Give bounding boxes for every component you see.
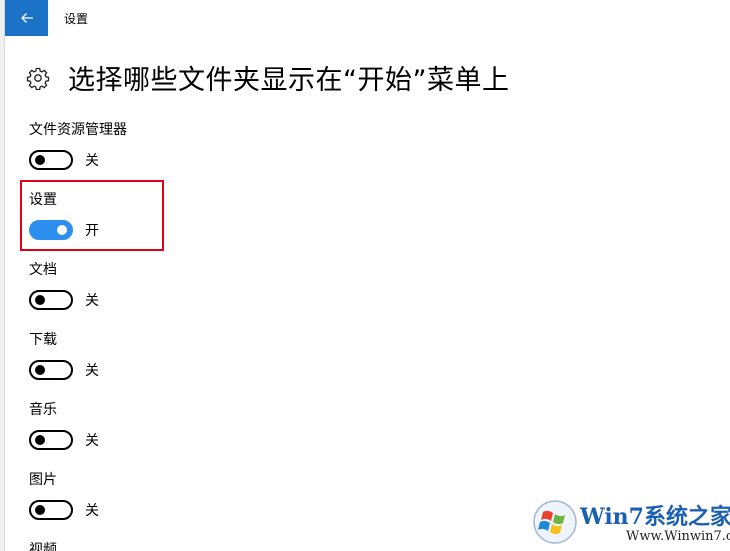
toggle-switch[interactable]: [29, 500, 73, 520]
highlight-box: [20, 180, 164, 251]
toggle-knob: [35, 365, 45, 375]
setting-file-explorer: 文件资源管理器 关: [29, 121, 127, 170]
toggle-knob: [35, 435, 45, 445]
setting-pictures: 图片 关: [29, 471, 99, 520]
watermark-url: Www.Winwin7.com: [626, 529, 730, 544]
page-header: 选择哪些文件夹显示在“开始”菜单上: [26, 58, 509, 97]
setting-label: 视频: [29, 542, 57, 551]
toggle-switch[interactable]: [29, 360, 73, 380]
toggle-row: 关: [29, 290, 99, 310]
setting-label: 文档: [29, 262, 57, 278]
toggle-state: 关: [85, 153, 99, 169]
setting-documents: 文档 关: [29, 261, 99, 310]
left-window-edge: [0, 0, 5, 551]
toggle-switch[interactable]: [29, 150, 73, 170]
toggle-row: 关: [29, 360, 99, 380]
setting-label: 下载: [29, 332, 57, 348]
setting-label: 图片: [29, 472, 57, 488]
back-button[interactable]: [5, 0, 48, 36]
settings-window: 设置 选择哪些文件夹显示在“开始”菜单上 文件资源管理器 关 设置 开 文档 关: [0, 0, 730, 551]
app-title: 设置: [64, 12, 89, 26]
toggle-switch[interactable]: [29, 430, 73, 450]
toggle-state: 关: [85, 503, 99, 519]
setting-music: 音乐 关: [29, 401, 99, 450]
toggle-state: 关: [85, 293, 99, 309]
setting-videos: 视频: [29, 541, 57, 551]
setting-label: 文件资源管理器: [29, 122, 127, 138]
arrow-left-icon: [20, 13, 33, 23]
gear-icon: [26, 67, 50, 90]
watermark-logo: Win7系统之家 Www.Winwin7.com: [530, 497, 730, 549]
toggle-state: 关: [85, 363, 99, 379]
page-title: 选择哪些文件夹显示在“开始”菜单上: [68, 65, 510, 96]
toggle-row: 关: [29, 500, 99, 520]
watermark-name: Win7系统之家: [580, 504, 730, 530]
toggle-row: 关: [29, 150, 127, 170]
toggle-switch[interactable]: [29, 290, 73, 310]
setting-label: 音乐: [29, 402, 57, 418]
toggle-row: 关: [29, 430, 99, 450]
toggle-knob: [35, 295, 45, 305]
toggle-knob: [35, 155, 45, 165]
windows-logo-icon: [533, 500, 577, 544]
toggle-state: 关: [85, 433, 99, 449]
title-bar: 设置: [5, 0, 730, 36]
setting-downloads: 下载 关: [29, 331, 99, 380]
toggle-knob: [35, 505, 45, 515]
